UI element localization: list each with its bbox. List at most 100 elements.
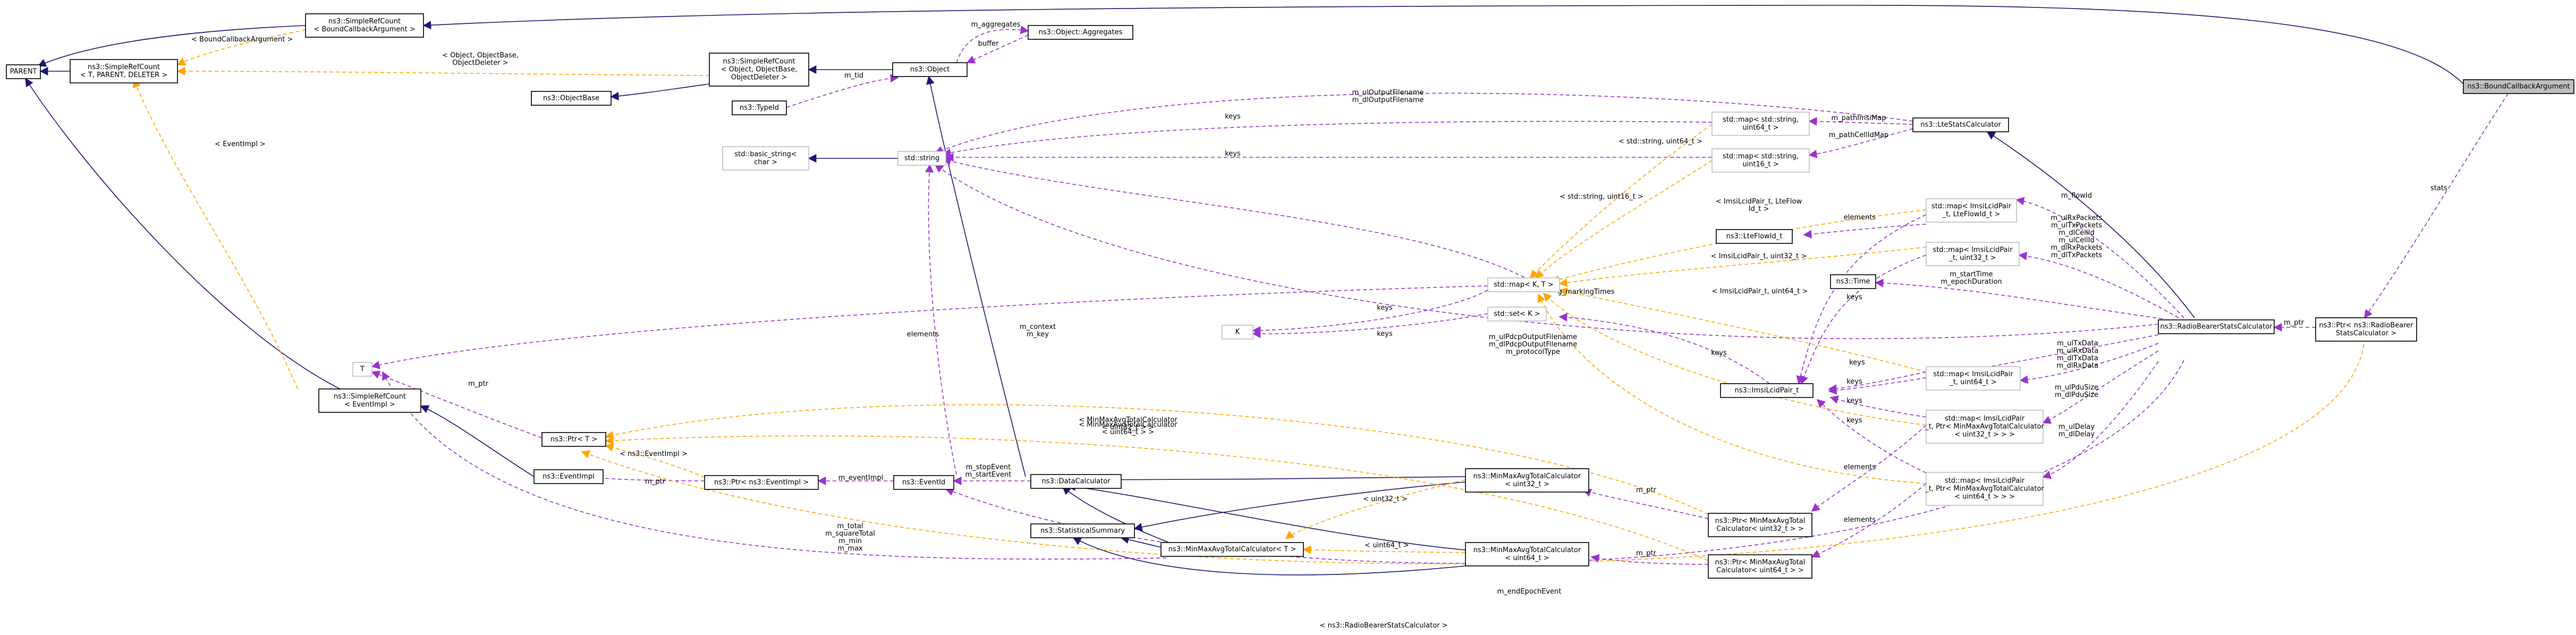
node-label-line: std::set< K > xyxy=(1494,310,1540,318)
node-label: ns3::SimpleRefCount < Object, ObjectBase,… xyxy=(721,58,798,82)
node-label-line: _t, LteFlowId_t > xyxy=(1942,210,2001,218)
edge-label-line: m_dlDelay xyxy=(2058,430,2095,438)
edge-label-line: m_tid xyxy=(844,72,863,80)
edge-label-line: m_total xyxy=(837,522,863,530)
node-label-line: < EventImpl > xyxy=(344,401,395,409)
label-m-aggregates: m_aggregates xyxy=(971,21,1021,29)
node-k[interactable]: K xyxy=(1222,325,1253,340)
label-pdcp: m_ulPdcpOutputFilename m_dlPdcpOutputFile… xyxy=(1489,333,1577,356)
node-label-line: StatsCalculator > xyxy=(2336,329,2396,337)
node-typeid[interactable]: ns3::TypeId xyxy=(732,100,787,115)
edge-ptr-rbstats-in-boundcb xyxy=(2364,93,2509,319)
label-imsi-u64: < ImsiLcidPair_t, uint64_t > xyxy=(1712,287,1808,295)
node-objectbase[interactable]: ns3::ObjectBase xyxy=(531,91,612,106)
label-endepoch: m_endEpochEvent xyxy=(1497,588,1562,596)
node-simplerefcount-t-parent-deleter[interactable]: ns3::SimpleRefCount < T, PARENT, DELETER … xyxy=(70,59,178,83)
edge-label-line: elements xyxy=(1844,214,1876,222)
edge-map-kt-to-map-imsi64 xyxy=(1558,287,1927,372)
edge-map-imsi32-in-rbstats xyxy=(2018,251,2179,318)
node-label: ns3::BoundCallbackArgument xyxy=(2467,83,2570,91)
edge-label-line: keys xyxy=(1377,330,1393,338)
node-eventimpl[interactable]: ns3::EventImpl xyxy=(533,469,604,484)
edge-label-line: < ImsiLcidPair_t, LteFlow xyxy=(1716,198,1802,206)
edge-k-in-set-k xyxy=(1252,313,1488,338)
edge-label-line: m_ulRxData xyxy=(2057,347,2099,355)
node-label: ns3::Ptr< ns3::EventImpl > xyxy=(714,479,809,487)
label-keys-mapkt: keys xyxy=(1377,304,1393,312)
node-boundcallbackargument[interactable]: ns3::BoundCallbackArgument xyxy=(2463,79,2574,94)
node-label-line: PARENT xyxy=(10,68,37,76)
edge-label-line: m_stopEvent xyxy=(966,463,1011,471)
node-minmax-uint32[interactable]: ns3::MinMaxAvgTotalCalculator < uint32_t … xyxy=(1465,468,1589,493)
node-label: ns3::RadioBearerStatsCalculator xyxy=(2160,323,2273,331)
edge-label-line: m_ulRxPackets xyxy=(2050,214,2102,222)
edge-label-line: m_ulTxData xyxy=(2057,340,2098,348)
node-label: PARENT xyxy=(10,68,37,76)
label-packets: m_ulRxPackets m_ulTxPackets m_dlCellId m_ul… xyxy=(2050,214,2102,259)
label-marking: g_markingTimes xyxy=(1558,288,1615,296)
node-label-line: ns3::BoundCallbackArgument xyxy=(2467,83,2570,91)
edge-label-line: m_ulOutputFilename xyxy=(1352,89,1424,97)
node-map-imsilcid-uint32[interactable]: std::map< ImsiLcidPair _t, uint32_t > xyxy=(1926,242,2020,266)
node-minmax-uint64[interactable]: ns3::MinMaxAvgTotalCalculator < uint64_t … xyxy=(1465,542,1589,566)
node-ltestatscalculator[interactable]: ns3::LteStatsCalculator xyxy=(1912,117,2009,132)
edge-label-line: m_ptr xyxy=(645,478,666,486)
node-simplerefcount-eventimpl[interactable]: ns3::SimpleRefCount < EventImpl > xyxy=(318,388,421,413)
node-datacalculator[interactable]: ns3::DataCalculator xyxy=(1030,474,1122,489)
node-label: std::string xyxy=(904,155,939,163)
node-map-imsilcid-ptr-uint64[interactable]: std::map< ImsiLcidPair _t, Ptr< MinMaxAvg… xyxy=(1925,472,2044,506)
node-parent[interactable]: PARENT xyxy=(6,64,41,79)
edge-label-line: m_ptr xyxy=(2284,319,2304,327)
node-label-line: _t, Ptr< MinMaxAvgTotalCalculator xyxy=(1925,423,2044,431)
node-eventid[interactable]: ns3::EventId xyxy=(893,475,954,490)
node-ptr-t[interactable]: ns3::Ptr< T > xyxy=(541,432,606,447)
label-impl-ptr: < ns3::EventImpl > xyxy=(620,450,688,458)
node-label: ns3::Time xyxy=(1836,278,1870,286)
node-object[interactable]: ns3::Object xyxy=(892,62,968,77)
label-eventimpl: < EventImpl > xyxy=(215,140,266,148)
edge-label-line: m_key xyxy=(1027,331,1049,338)
edge-string-in-map-kt-elements xyxy=(942,157,1541,287)
node-label-line: Calculator< uint32_t > > xyxy=(1716,525,1803,533)
node-radiobearerstatscalculator[interactable]: ns3::RadioBearerStatsCalculator xyxy=(2158,319,2275,334)
node-label-line: ns3::MinMaxAvgTotalCalculator xyxy=(1473,546,1581,554)
label-context: m_context m_key xyxy=(1020,323,1056,338)
node-t[interactable]: T xyxy=(352,362,372,377)
node-label-line: ns3::ImsiLcidPair_t xyxy=(1735,387,1799,395)
node-map-imsilcid-ptr-uint32[interactable]: std::map< ImsiLcidPair _t, Ptr< MinMaxAvg… xyxy=(1925,410,2044,444)
node-ptr-radiobearerstatscalculator[interactable]: ns3::Ptr< ns3::RadioBearer StatsCalculato… xyxy=(2315,317,2417,342)
node-map-string-uint16[interactable]: std::map< std::string, uint16_t > xyxy=(1711,148,1810,173)
node-lteflowid[interactable]: ns3::LteFlowId_t xyxy=(1716,229,1793,244)
edge-label-line: m_squareTotal xyxy=(825,530,875,538)
node-simplerefcount-boundcallbackargument[interactable]: ns3::SimpleRefCount < BoundCallbackArgume… xyxy=(305,13,424,38)
node-label: ns3::Ptr< MinMaxAvgTotal Calculator< uint… xyxy=(1715,558,1806,574)
node-ptr-minmax-uint64[interactable]: ns3::Ptr< MinMaxAvgTotal Calculator< uint… xyxy=(1708,554,1812,579)
node-label-line: ns3::SimpleRefCount xyxy=(334,393,406,401)
node-basic-string[interactable]: std::basic_string< char > xyxy=(722,146,809,171)
node-map-k-t[interactable]: std::map< K, T > xyxy=(1487,277,1560,292)
node-statisticalsummary[interactable]: ns3::StatisticalSummary xyxy=(1030,523,1135,538)
edge-label-line: < uint64_t > xyxy=(1365,541,1409,549)
node-ptr-minmax-uint32[interactable]: ns3::Ptr< MinMaxAvgTotal Calculator< uint… xyxy=(1708,513,1812,537)
node-time[interactable]: ns3::Time xyxy=(1830,274,1876,289)
edge-datacalc-to-object xyxy=(926,75,1026,477)
node-label-line: std::map< K, T > xyxy=(1494,281,1554,289)
node-minmax-t[interactable]: ns3::MinMaxAvgTotalCalculator< T > xyxy=(1160,542,1304,557)
node-imsilcidpair[interactable]: ns3::ImsiLcidPair_t xyxy=(1720,383,1814,398)
edge-label-line: m_ptr xyxy=(1636,486,1657,494)
node-map-imsilcid-lteflowid[interactable]: std::map< ImsiLcidPair _t, LteFlowId_t > xyxy=(1926,198,2017,223)
node-string[interactable]: std::string xyxy=(897,151,946,166)
node-map-imsilcid-uint64[interactable]: std::map< ImsiLcidPair _t, uint64_t > xyxy=(1926,366,2021,391)
node-simplerefcount-object[interactable]: ns3::SimpleRefCount < Object, ObjectBase,… xyxy=(709,53,809,87)
edge-label-line: m_epochDuration xyxy=(1941,278,2002,286)
label-stats: stats xyxy=(2430,184,2447,192)
node-ptr-eventimpl[interactable]: ns3::Ptr< ns3::EventImpl > xyxy=(704,475,819,490)
label-stopevent: m_stopEvent m_startEvent xyxy=(965,463,1012,479)
node-label-line: Calculator< uint64_t > > xyxy=(1716,566,1803,574)
label-keys-1: keys xyxy=(1225,113,1241,121)
node-object-aggregates[interactable]: ns3::Object::Aggregates xyxy=(1028,25,1133,40)
node-map-string-uint64[interactable]: std::map< std::string, uint64_t > xyxy=(1711,112,1810,136)
label-starttime: m_startTime m_epochDuration xyxy=(1941,270,2002,286)
edge-label-line: elements xyxy=(907,331,939,338)
node-set-k[interactable]: std::set< K > xyxy=(1487,307,1547,321)
